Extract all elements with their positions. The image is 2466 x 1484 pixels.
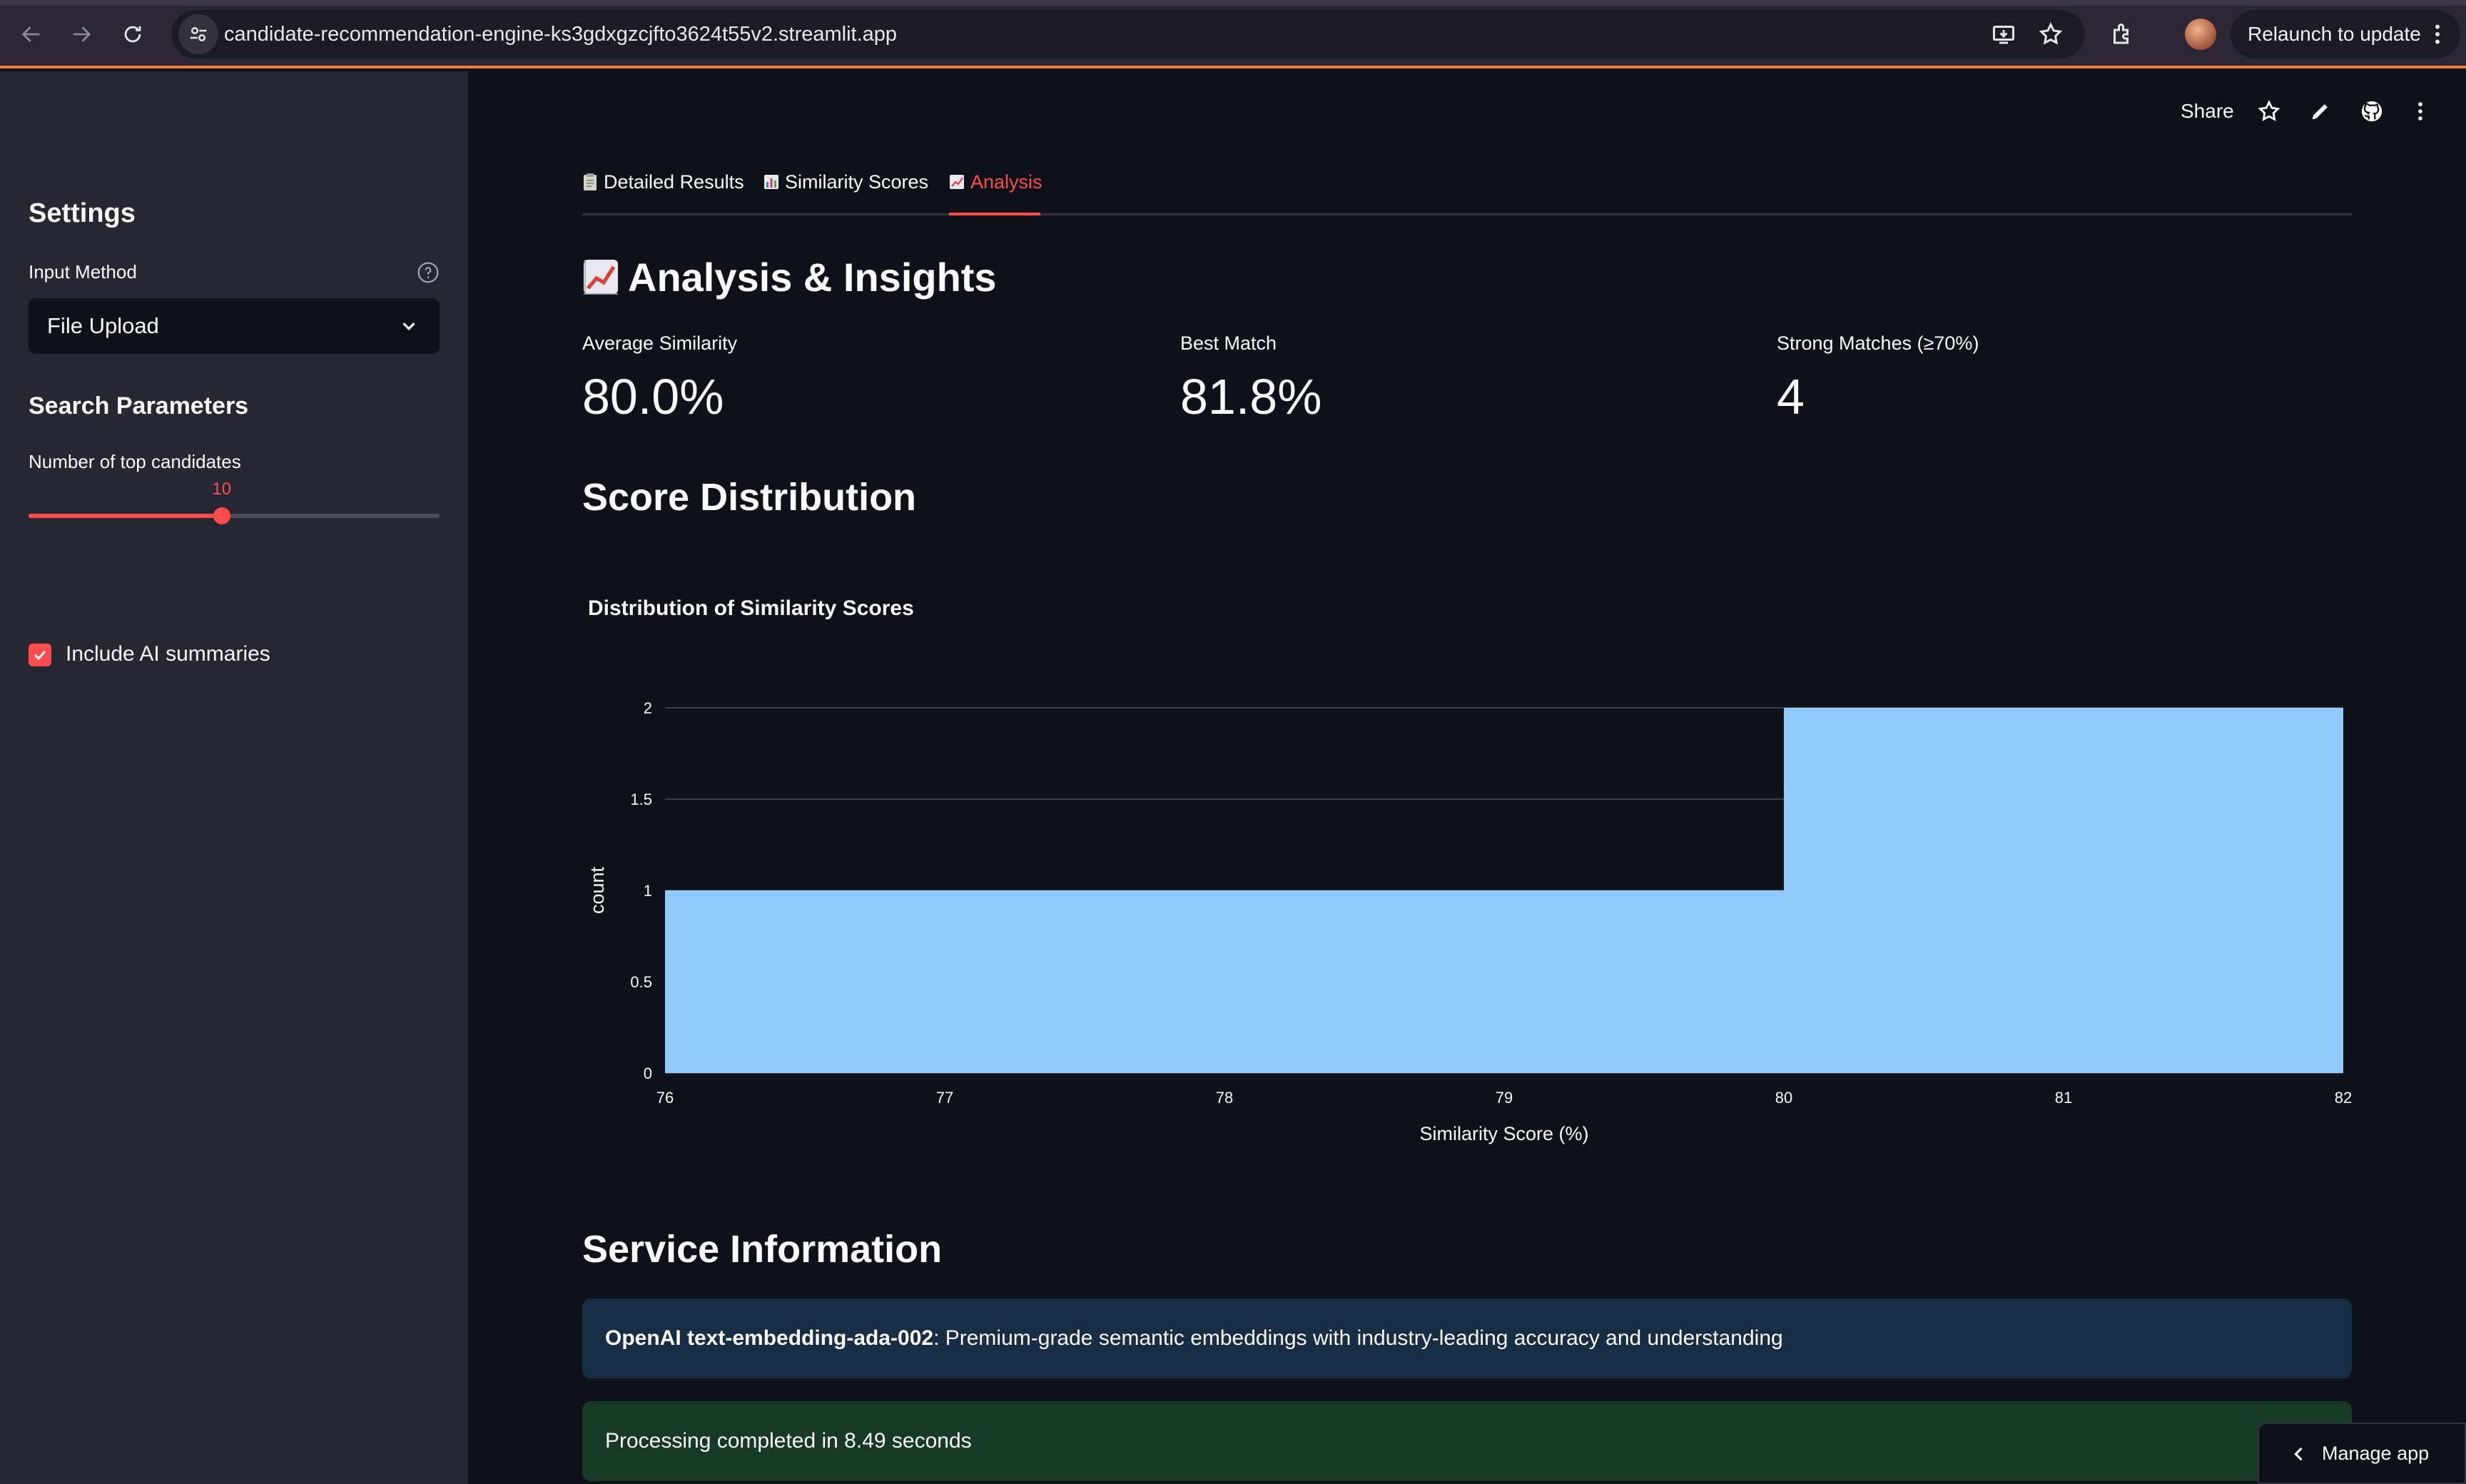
x-tick-label: 78 [1216,1089,1233,1107]
input-method-value: File Upload [47,313,159,338]
ai-summaries-label: Include AI summaries [66,642,270,666]
manage-app-label: Manage app [2322,1442,2430,1464]
profile-avatar[interactable] [2185,19,2216,50]
tab-similarity-scores[interactable]: Similarity Scores [763,171,928,193]
y-tick-label: 2 [644,699,652,717]
x-tick-label: 79 [1496,1089,1513,1107]
top-candidates-label: Number of top candidates [29,451,241,472]
chevron-down-icon [402,322,415,331]
metric-value-average: 80.0% [582,369,724,425]
y-tick-label: 1 [644,882,652,900]
x-tick-label: 76 [656,1089,674,1107]
histogram-bar [665,890,1784,1073]
search-parameters-title: Search Parameters [29,392,249,420]
analysis-title: Analysis & Insights [582,254,997,300]
relaunch-label: Relaunch to update [2248,23,2421,45]
settings-title: Settings [29,198,136,228]
service-model-name: OpenAI text-embedding-ada-002 [605,1326,934,1350]
url-text: candidate-recommendation-engine-ks3gdxgz… [224,23,898,46]
reload-icon [124,26,141,43]
arrow-right-icon [73,26,91,42]
service-description: : Premium-grade semantic embeddings with… [933,1326,1783,1350]
star-icon[interactable] [2255,97,2283,126]
x-tick-label: 81 [2055,1089,2072,1107]
browser-toolbar: candidate-recommendation-engine-ks3gdxgz… [0,0,2466,68]
edit-pencil-icon[interactable] [2306,97,2335,126]
forward-button[interactable] [64,17,98,51]
input-method-label: Input Method [29,261,137,283]
metric-value-strong-matches: 4 [1777,369,1805,425]
extensions-icon[interactable] [2106,19,2138,50]
help-icon[interactable] [417,261,440,284]
input-method-select[interactable]: File Upload [29,298,440,354]
trend-chart-icon [950,175,964,189]
y-tick-label: 0.5 [630,973,652,991]
y-tick-label: 0 [644,1064,652,1082]
processing-text: Processing completed in 8.49 seconds [605,1429,972,1453]
install-app-icon[interactable] [1988,19,2019,50]
more-vertical-icon [2435,24,2440,44]
tab-label: Analysis [970,171,1042,193]
x-tick-label: 77 [936,1089,953,1107]
github-icon[interactable] [2358,97,2386,126]
active-tab-indicator [949,213,1040,215]
processing-status-box: Processing completed in 8.49 seconds [582,1401,2352,1481]
back-button[interactable] [14,17,49,51]
tab-strip [0,0,2466,6]
service-info-box: OpenAI text-embedding-ada-002: Premium-g… [582,1298,2352,1378]
tab-bar: Detailed Results Similarity Scores Analy… [582,168,2352,215]
tab-label: Similarity Scores [785,171,929,193]
trend-chart-icon [584,260,618,295]
top-candidates-slider[interactable] [29,507,440,524]
metric-label-best-match: Best Match [1180,332,1277,354]
x-tick-label: 82 [2335,1089,2352,1107]
y-axis-label: count [587,866,608,914]
share-button[interactable]: Share [2181,100,2234,123]
analysis-title-text: Analysis & Insights [628,255,997,300]
main-menu-icon[interactable] [2406,97,2435,126]
clipboard-icon [584,173,597,190]
slider-thumb[interactable] [213,507,230,524]
top-candidates-value: 10 [212,479,232,499]
histogram-bar [1784,708,2343,1073]
score-distribution-title: Score Distribution [582,476,917,519]
slider-fill [29,514,222,518]
service-information-title: Service Information [582,1228,943,1271]
relaunch-button[interactable]: Relaunch to update [2231,10,2460,59]
x-axis-label: Similarity Score (%) [1419,1123,1588,1144]
ai-summaries-checkbox[interactable] [29,644,51,666]
bookmark-star-icon[interactable] [2035,19,2066,50]
chart-title: Distribution of Similarity Scores [588,596,914,620]
manage-app-button[interactable]: Manage app [2258,1423,2466,1484]
reload-button[interactable] [116,17,150,51]
site-info-icon[interactable] [178,14,218,54]
metric-label-average: Average Similarity [582,332,738,354]
x-tick-label: 80 [1775,1089,1792,1107]
tab-label: Detailed Results [604,171,744,193]
address-bar[interactable]: candidate-recommendation-engine-ks3gdxgz… [171,10,2085,59]
metric-value-best-match: 81.8% [1180,369,1322,425]
arrow-left-icon [21,26,40,42]
bar-chart-icon [764,175,778,189]
tab-analysis[interactable]: Analysis [949,171,1042,193]
sidebar: Settings Input Method File Upload Search… [0,71,468,1484]
check-icon [34,650,46,661]
y-tick-label: 1.5 [630,791,652,808]
chevron-left-icon [2294,1447,2303,1461]
metric-label-strong-matches: Strong Matches (≥70%) [1777,332,1979,354]
tab-detailed-results[interactable]: Detailed Results [582,171,744,193]
